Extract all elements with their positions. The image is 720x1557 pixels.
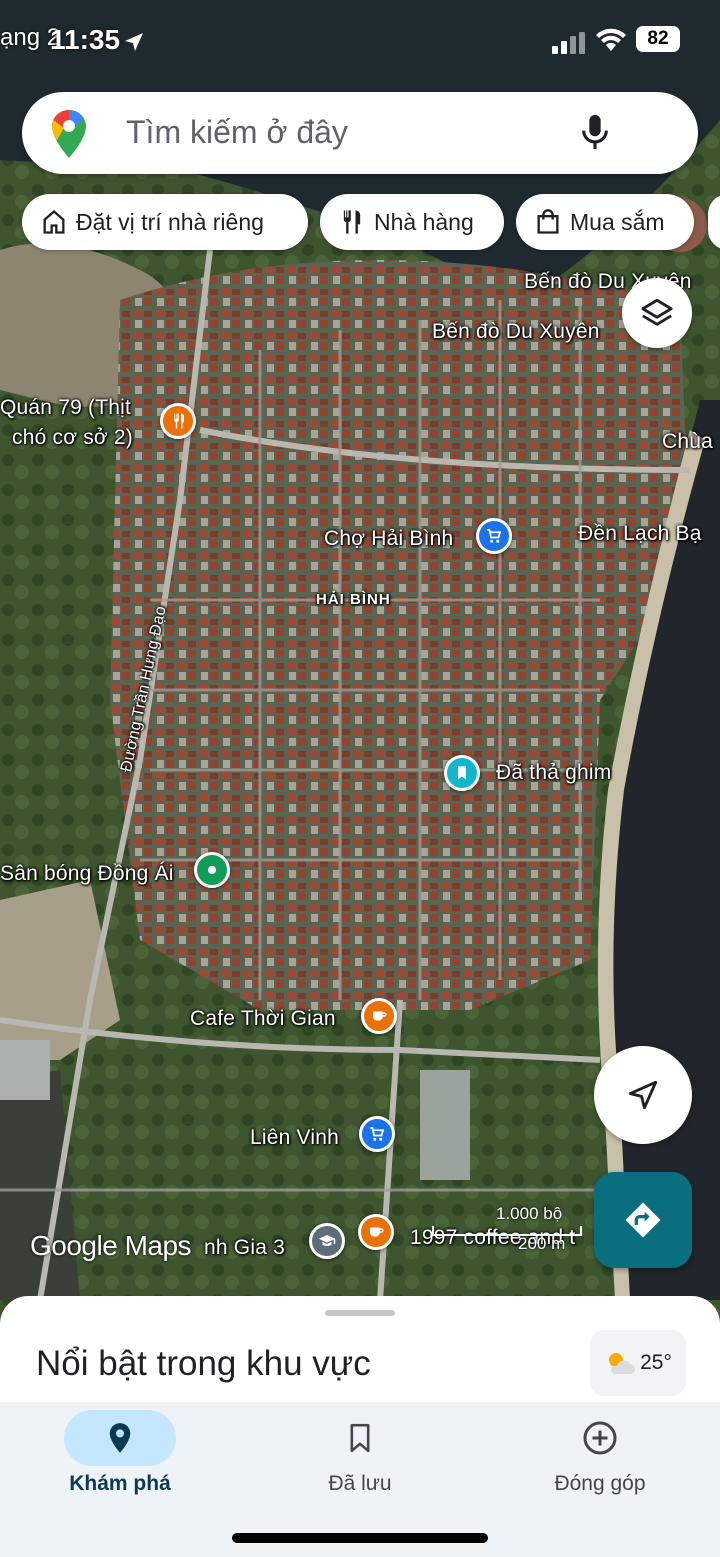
- map-label-hai-binh-area: HẢI BÌNH: [316, 591, 391, 608]
- nav-contribute[interactable]: Đóng góp: [480, 1402, 720, 1532]
- sheet-drag-handle[interactable]: [325, 1310, 395, 1316]
- status-bar: ạng 2 11:35 82: [0, 18, 720, 62]
- cafe-pin-icon[interactable]: [361, 998, 397, 1034]
- layers-icon: [641, 298, 673, 326]
- directions-icon: [625, 1202, 661, 1238]
- map-label-quan-79-line2[interactable]: chó cơ sở 2): [12, 426, 133, 450]
- nav-label: Khám phá: [69, 1472, 171, 1495]
- explore-bottom-sheet[interactable]: Nổi bật trong khu vực 25°: [0, 1296, 720, 1406]
- restaurant-icon: [343, 210, 361, 234]
- map-label-den-lach-bang[interactable]: Đền Lạch Bạ: [578, 522, 702, 546]
- school-pin-icon[interactable]: [309, 1223, 345, 1259]
- nav-active-indicator: [64, 1410, 176, 1466]
- home-icon: [43, 209, 65, 234]
- google-maps-logo-icon: [52, 110, 86, 158]
- map-label-lien-vinh[interactable]: Liên Vinh: [250, 1126, 339, 1150]
- sheet-title: Nổi bật trong khu vực: [36, 1344, 371, 1383]
- map-label-chua[interactable]: Chùa: [662, 430, 713, 454]
- chip-restaurants[interactable]: Nhà hàng: [320, 194, 504, 250]
- nav-label: Đóng góp: [554, 1472, 646, 1495]
- explore-pin-icon: [109, 1423, 131, 1453]
- nav-saved[interactable]: Đã lưu: [240, 1402, 480, 1532]
- map-layers-button[interactable]: [622, 278, 692, 348]
- map-label-quan-79-line1[interactable]: Quán 79 (Thịt: [0, 396, 131, 420]
- shopping-cart-pin-icon[interactable]: [476, 518, 512, 554]
- battery-indicator: 82: [636, 26, 680, 52]
- weather-chip[interactable]: 25°: [590, 1330, 686, 1396]
- weather-temp: 25°: [640, 1351, 672, 1374]
- chip-more[interactable]: [708, 194, 720, 250]
- chip-label: Đặt vị trí nhà riêng: [76, 208, 264, 235]
- nav-label: Đã lưu: [328, 1472, 392, 1495]
- home-indicator[interactable]: [232, 1533, 488, 1543]
- navigation-arrow-icon: [628, 1080, 658, 1110]
- map-label-ben-do-2[interactable]: Bến đò Du Xuyên: [432, 320, 600, 344]
- map-label-san-bong-dong-ai[interactable]: Sân bóng Đồng Ái: [0, 862, 174, 886]
- cafe-pin-icon-2[interactable]: [358, 1214, 394, 1250]
- search-bar[interactable]: Tìm kiếm ở đây P: [22, 92, 707, 252]
- chip-shopping[interactable]: Mua sắm: [516, 194, 694, 250]
- nav-explore[interactable]: Khám phá: [0, 1402, 240, 1532]
- category-chips: Đặt vị trí nhà riêng Nhà hàng Mua sắm: [22, 194, 720, 252]
- bookmark-icon: [350, 1423, 370, 1453]
- partly-cloudy-icon: [609, 1353, 636, 1374]
- map-label-school[interactable]: nh Gia 3: [204, 1236, 285, 1260]
- chip-label: Mua sắm: [570, 208, 665, 235]
- chip-set-home[interactable]: Đặt vị trí nhà riêng: [22, 194, 308, 250]
- location-arrow-icon: [125, 33, 143, 51]
- chip-label: Nhà hàng: [374, 208, 474, 235]
- wifi-icon: [596, 28, 626, 51]
- map-label-cho-hai-binh[interactable]: Chợ Hải Bình: [324, 527, 453, 551]
- dropped-pin-icon[interactable]: [444, 755, 480, 791]
- clock-time: 11:35: [50, 24, 121, 55]
- map-label-dropped-pin[interactable]: Đã thả ghim: [496, 761, 611, 785]
- add-circle-icon: [583, 1421, 617, 1455]
- cellular-signal-icon: [552, 32, 585, 54]
- stadium-pin-icon[interactable]: [194, 852, 230, 888]
- scale-label-top: 1.000 bộ: [496, 1204, 563, 1223]
- my-location-button[interactable]: [594, 1046, 692, 1144]
- shopping-bag-icon: [537, 209, 559, 234]
- scale-label-bottom: 200 m: [518, 1234, 566, 1253]
- shopping-cart-pin-icon-2[interactable]: [359, 1116, 395, 1152]
- restaurant-pin-icon[interactable]: [160, 403, 196, 439]
- search-input[interactable]: Tìm kiếm ở đây: [126, 114, 348, 151]
- microphone-icon[interactable]: [578, 112, 612, 152]
- directions-button[interactable]: [594, 1172, 692, 1268]
- google-maps-watermark: Google Maps: [30, 1230, 192, 1261]
- map-label-cafe-thoi-gian[interactable]: Cafe Thời Gian: [190, 1007, 336, 1031]
